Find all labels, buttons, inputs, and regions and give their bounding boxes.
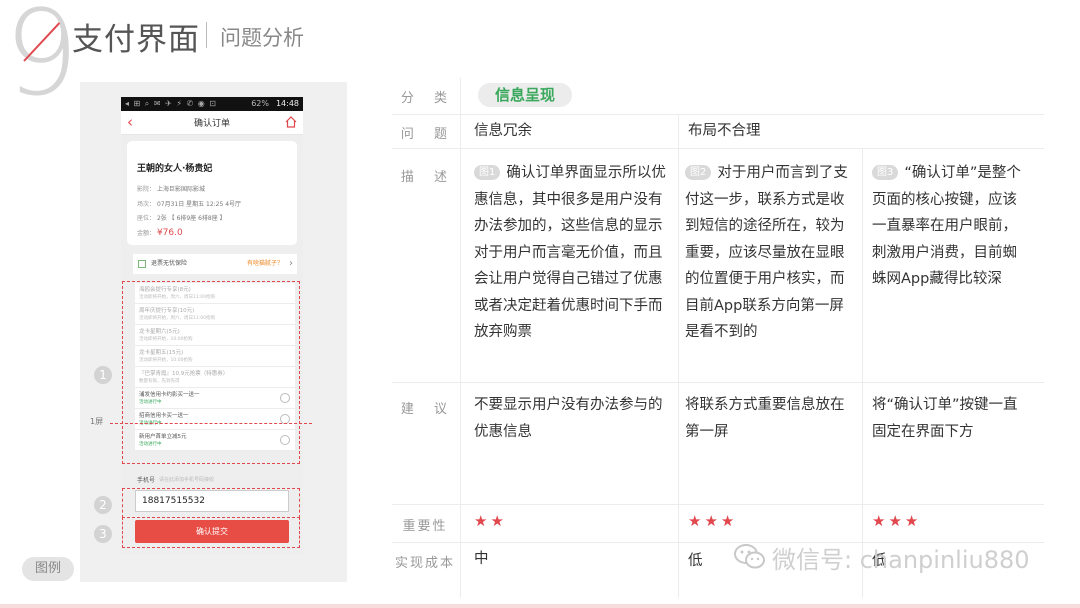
marker-3: 3 xyxy=(94,525,112,543)
col-divider xyxy=(678,114,679,598)
status-icons: ◂ ⊞ ⌕ ✉ ✈ ⚡ ✆ ◉ ⊡ xyxy=(125,99,217,108)
bottom-accent-bar xyxy=(0,604,1080,608)
showtime-value: 07月31日 星期五 12:25 4号厅 xyxy=(156,201,242,208)
watermark-text: 微信号: chanpinliu880 xyxy=(772,546,1030,574)
cinema-label: 影院： xyxy=(137,186,156,193)
seat-label: 座位： xyxy=(137,215,156,222)
movie-title: 王朝的女人·杨贵妃 xyxy=(137,164,213,174)
row-label-problem: 问 题 xyxy=(400,127,456,142)
col-divider xyxy=(862,148,863,598)
row-label-description: 描 述 xyxy=(400,170,456,185)
cost-cell-2: 低 xyxy=(688,553,703,569)
fig-tag: 图3 xyxy=(872,165,899,180)
seat-value: 2张 【 6排9座 6排8座 】 xyxy=(156,215,226,222)
description-cell-2: 图2 对于用户而言到了支付这一步，联系方式是收到短信的途径所在，较为重要，应该尽量… xyxy=(685,160,855,346)
importance-stars-2: ★★★ xyxy=(688,512,738,530)
home-icon[interactable] xyxy=(285,116,297,128)
category-tag: 信息呈现 xyxy=(478,83,572,107)
row-divider xyxy=(392,114,1044,115)
problem-cell-2: 布局不合理 xyxy=(688,123,761,139)
nav-title: 确认订单 xyxy=(193,119,230,129)
amount-label: 金额： xyxy=(137,230,156,237)
seat-row: 座位： 2张 【 6排9座 6排8座 】 xyxy=(137,213,226,222)
annotation-box-1 xyxy=(122,281,300,464)
col-divider xyxy=(460,78,461,598)
status-time: 14:48 xyxy=(275,99,299,108)
problem-cell-1: 信息冗余 xyxy=(474,123,532,139)
insurance-label: 退票无忧保险 xyxy=(151,260,188,267)
row-label-category: 分 类 xyxy=(400,91,456,106)
suggestion-cell-2: 将联系方式重要信息放在第一屏 xyxy=(685,397,845,440)
first-screen-label: 1屏 xyxy=(90,417,104,426)
row-label-suggestion: 建 议 xyxy=(400,402,456,417)
page-title: 支付界面 xyxy=(72,22,200,58)
annotation-box-2 xyxy=(122,488,300,518)
row-label-importance: 重要性 xyxy=(402,519,448,534)
description-cell-1: 图1 确认订单界面显示所以优惠信息，其中很多是用户没有办法参加的，这些信息的显示对… xyxy=(474,160,672,346)
first-screen-line xyxy=(110,423,312,424)
showtime-row: 场次： 07月31日 星期五 12:25 4号厅 xyxy=(137,199,241,208)
battery-level: 62% xyxy=(251,99,269,108)
row-divider xyxy=(392,504,1044,505)
cinema-value: 上海巨影国际影城 xyxy=(156,186,205,193)
amount-value: ¥76.0 xyxy=(156,228,183,238)
nav-bar: ‹ 确认订单 xyxy=(121,111,303,135)
showtime-label: 场次： xyxy=(137,201,156,208)
importance-stars-1: ★★ xyxy=(474,512,507,530)
description-cell-3: 图3 “确认订单”是整个页面的核心按键，应该一直暴率在用户眼前，刺激用户消费，目前… xyxy=(872,160,1030,293)
fig-tag: 图2 xyxy=(685,165,712,180)
status-bar: ◂ ⊞ ⌕ ✉ ✈ ⚡ ✆ ◉ ⊡ 62% 14:48 xyxy=(121,97,303,111)
description-text: 确认订单界面显示所以优惠信息，其中很多是用户没有办法参加的，这些信息的显示对于用… xyxy=(474,165,666,340)
ticket-card: 王朝的女人·杨贵妃 影院： 上海巨影国际影城 场次： 07月31日 星期五 12… xyxy=(127,141,297,245)
insurance-ask-link[interactable]: 有啥猫腻子？ xyxy=(247,254,283,274)
cost-cell-1: 中 xyxy=(474,551,489,567)
insurance-row[interactable]: 退票无忧保险 有啥猫腻子？ › xyxy=(133,254,297,274)
suggestion-cell-1: 不要显示用户没有办法参与的优惠信息 xyxy=(474,397,663,440)
page-number: 9 xyxy=(4,0,80,122)
row-divider xyxy=(392,382,1044,383)
row-divider xyxy=(392,148,1044,149)
analysis-table: 分 类 问 题 描 述 建 议 重要性 实现成本 信息呈现 信息冗余 布局不合理… xyxy=(392,78,1044,598)
marker-1: 1 xyxy=(94,366,112,384)
description-text: “确认订单”是整个页面的核心按键，应该一直暴率在用户眼前，刺激用户消费，目前蜘蛛… xyxy=(872,165,1021,287)
annotation-box-3 xyxy=(122,517,300,548)
legend-tag: 图例 xyxy=(22,557,74,581)
row-label-cost: 实现成本 xyxy=(394,556,455,571)
phone-number-hint: 请在此添加手机号码接收 xyxy=(159,477,215,483)
insurance-checkbox-icon[interactable] xyxy=(138,260,146,268)
marker-2: 2 xyxy=(94,496,112,514)
description-text: 对于用户而言到了支付这一步，联系方式是收到短信的途径所在，较为重要，应该尽量放在… xyxy=(685,165,848,340)
suggestion-cell-3: 将“确认订单”按键一直固定在界面下方 xyxy=(872,397,1018,440)
title-divider xyxy=(206,22,207,48)
cinema-row: 影院： 上海巨影国际影城 xyxy=(137,184,205,193)
chevron-right-icon: › xyxy=(289,258,293,269)
importance-stars-3: ★★★ xyxy=(872,512,922,530)
phone-number-label: 手机号 xyxy=(137,477,156,484)
fig-tag: 图1 xyxy=(474,165,501,180)
wechat-icon xyxy=(734,544,765,569)
page-subtitle: 问题分析 xyxy=(220,26,304,50)
amount-row: 金额： ¥76.0 xyxy=(137,228,183,238)
